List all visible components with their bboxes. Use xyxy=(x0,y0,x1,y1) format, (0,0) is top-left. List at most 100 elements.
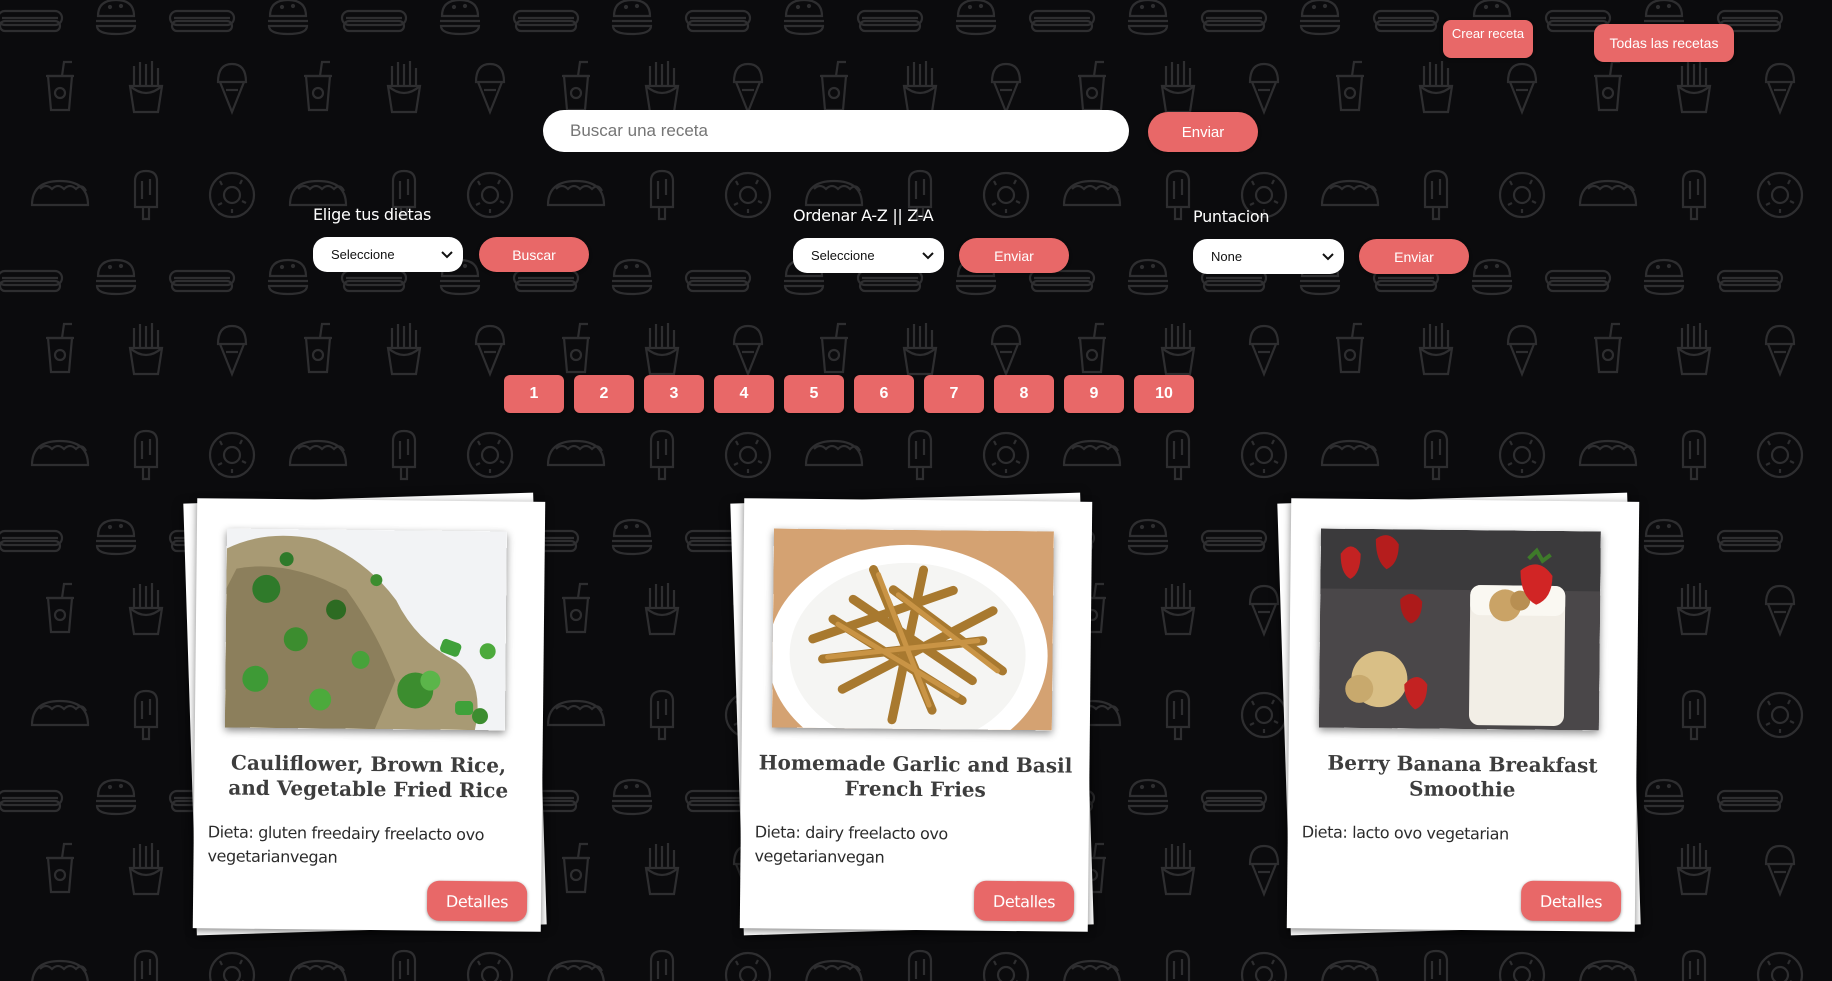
burger-pattern-icon xyxy=(1642,518,1686,556)
fries-pattern-icon xyxy=(1160,321,1196,376)
page-button-3[interactable]: 3 xyxy=(644,375,704,413)
donut-pattern-icon xyxy=(724,431,772,479)
recipe-card[interactable]: Cauliflower, Brown Rice, and Vegetable F… xyxy=(192,498,546,932)
fries-pattern-icon xyxy=(1160,581,1196,636)
donut-pattern-icon xyxy=(208,171,256,219)
popsicle-pattern-icon xyxy=(1165,689,1191,741)
donut-pattern-icon xyxy=(208,951,256,981)
soda-pattern-icon xyxy=(1334,60,1366,112)
fries-pattern-icon xyxy=(386,321,422,376)
hotdog-pattern-icon xyxy=(168,9,236,33)
page-number: 3 xyxy=(669,385,679,402)
cone-pattern-icon xyxy=(1248,62,1280,114)
page-button-10[interactable]: 10 xyxy=(1134,375,1194,413)
popsicle-pattern-icon xyxy=(649,949,675,981)
donut-pattern-icon xyxy=(1240,691,1288,739)
details-button[interactable]: Detalles xyxy=(426,880,528,922)
soda-pattern-icon xyxy=(560,582,592,634)
recipe-card[interactable]: Homemade Garlic and Basil French Fries D… xyxy=(739,498,1093,932)
details-button[interactable]: Detalles xyxy=(1520,880,1622,922)
fries-pattern-icon xyxy=(128,841,164,896)
fries-pattern-icon xyxy=(128,59,164,114)
popsicle-pattern-icon xyxy=(133,949,159,981)
page-button-6[interactable]: 6 xyxy=(854,375,914,413)
page-button-8[interactable]: 8 xyxy=(994,375,1054,413)
details-button[interactable]: Detalles xyxy=(973,880,1075,922)
fries-pattern-icon xyxy=(386,59,422,114)
order-submit-button[interactable]: Enviar xyxy=(959,238,1069,273)
score-submit-label: Enviar xyxy=(1394,248,1434,265)
details-label: Detalles xyxy=(992,891,1056,911)
score-select[interactable]: None xyxy=(1193,239,1344,274)
taco-pattern-icon xyxy=(1320,439,1380,467)
create-recipe-button[interactable]: Crear receta xyxy=(1443,20,1533,58)
score-select-value: None xyxy=(1211,249,1243,264)
page-button-9[interactable]: 9 xyxy=(1064,375,1124,413)
soda-pattern-icon xyxy=(560,842,592,894)
all-recipes-button[interactable]: Todas las recetas xyxy=(1594,24,1734,62)
burger-pattern-icon xyxy=(438,0,482,36)
search-input[interactable] xyxy=(543,110,1129,152)
page-number: 8 xyxy=(1019,385,1029,402)
popsicle-pattern-icon xyxy=(1681,169,1707,221)
popsicle-pattern-icon xyxy=(1165,429,1191,481)
soda-pattern-icon xyxy=(1076,322,1108,374)
taco-pattern-icon xyxy=(288,179,348,207)
chevron-down-icon xyxy=(1322,252,1334,260)
burger-pattern-icon xyxy=(1642,258,1686,296)
hotdog-pattern-icon xyxy=(1200,9,1268,33)
diet-select[interactable]: Seleccione xyxy=(313,237,463,272)
hotdog-pattern-icon xyxy=(856,269,924,293)
score-submit-button[interactable]: Enviar xyxy=(1359,239,1469,274)
hotdog-pattern-icon xyxy=(340,269,408,293)
page-button-4[interactable]: 4 xyxy=(714,375,774,413)
order-filter-label: Ordenar A-Z || Z-A xyxy=(793,206,934,225)
cone-pattern-icon xyxy=(1764,844,1796,896)
taco-pattern-icon xyxy=(1578,439,1638,467)
taco-pattern-icon xyxy=(1578,179,1638,207)
cone-pattern-icon xyxy=(474,324,506,376)
taco-pattern-icon xyxy=(546,959,606,981)
search-input-wrap xyxy=(543,110,1129,152)
order-select[interactable]: Seleccione xyxy=(793,238,944,273)
popsicle-pattern-icon xyxy=(133,429,159,481)
cone-pattern-icon xyxy=(1764,62,1796,114)
diet-select-value: Seleccione xyxy=(331,247,395,262)
create-recipe-label: Crear receta xyxy=(1451,25,1525,41)
taco-pattern-icon xyxy=(288,439,348,467)
donut-pattern-icon xyxy=(1240,951,1288,981)
page-button-7[interactable]: 7 xyxy=(924,375,984,413)
taco-pattern-icon xyxy=(804,179,864,207)
diet-search-button[interactable]: Buscar xyxy=(479,237,589,272)
recipe-card[interactable]: Berry Banana Breakfast Smoothie Dieta: l… xyxy=(1286,498,1640,932)
page-button-5[interactable]: 5 xyxy=(784,375,844,413)
taco-pattern-icon xyxy=(1320,179,1380,207)
fries-pattern-icon xyxy=(644,59,680,114)
search-submit-button[interactable]: Enviar xyxy=(1148,112,1258,152)
fries-pattern-icon xyxy=(1418,321,1454,376)
soda-pattern-icon xyxy=(44,842,76,894)
donut-pattern-icon xyxy=(724,171,772,219)
donut-pattern-icon xyxy=(1498,951,1546,981)
burger-pattern-icon xyxy=(266,0,310,36)
hotdog-pattern-icon xyxy=(1716,789,1784,813)
hotdog-pattern-icon xyxy=(1200,529,1268,553)
fries-pattern-icon xyxy=(1676,59,1712,114)
fries-pattern-icon xyxy=(128,581,164,636)
cone-pattern-icon xyxy=(1506,324,1538,376)
page-button-2[interactable]: 2 xyxy=(574,375,634,413)
fries-pattern-icon xyxy=(644,841,680,896)
page-button-1[interactable]: 1 xyxy=(504,375,564,413)
hotdog-pattern-icon xyxy=(1200,789,1268,813)
diet-search-label: Buscar xyxy=(512,246,556,263)
page-number: 6 xyxy=(879,385,889,402)
burger-pattern-icon xyxy=(1470,258,1514,296)
soda-pattern-icon xyxy=(560,322,592,374)
soda-pattern-icon xyxy=(1592,60,1624,112)
donut-pattern-icon xyxy=(466,171,514,219)
soda-pattern-icon xyxy=(818,60,850,112)
hotdog-pattern-icon xyxy=(684,269,752,293)
burger-pattern-icon xyxy=(1642,778,1686,816)
hotdog-pattern-icon xyxy=(512,9,580,33)
search-submit-label: Enviar xyxy=(1181,123,1225,141)
